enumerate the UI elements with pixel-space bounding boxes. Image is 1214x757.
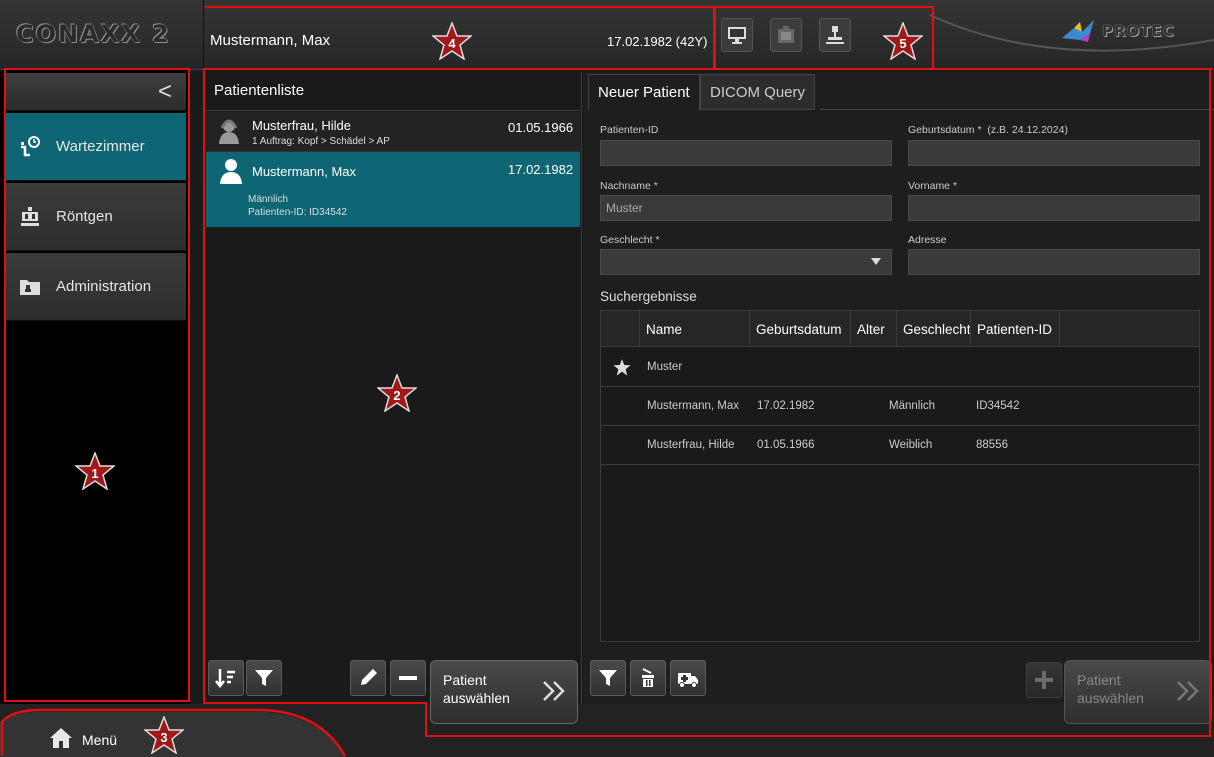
app-logo: CONAXX 2 — [16, 20, 171, 48]
top-separator — [203, 0, 204, 70]
brand-logo: PROTEC — [1102, 22, 1175, 40]
svg-text:5: 5 — [899, 36, 906, 51]
annotation-star-1: 1 — [75, 452, 115, 490]
annotation-star-5: 5 — [883, 22, 923, 60]
svg-text:4: 4 — [448, 36, 456, 51]
annotation-star-4: 4 — [432, 22, 472, 60]
annotation-star-3: 3 — [144, 716, 184, 754]
annotation-outline-2 — [203, 70, 1211, 737]
svg-text:3: 3 — [160, 730, 167, 745]
protec-bird-icon — [1062, 20, 1094, 42]
svg-text:2: 2 — [393, 388, 400, 403]
svg-text:1: 1 — [91, 466, 98, 481]
annotation-box-1 — [4, 68, 190, 702]
annotation-star-2: 2 — [377, 374, 417, 412]
